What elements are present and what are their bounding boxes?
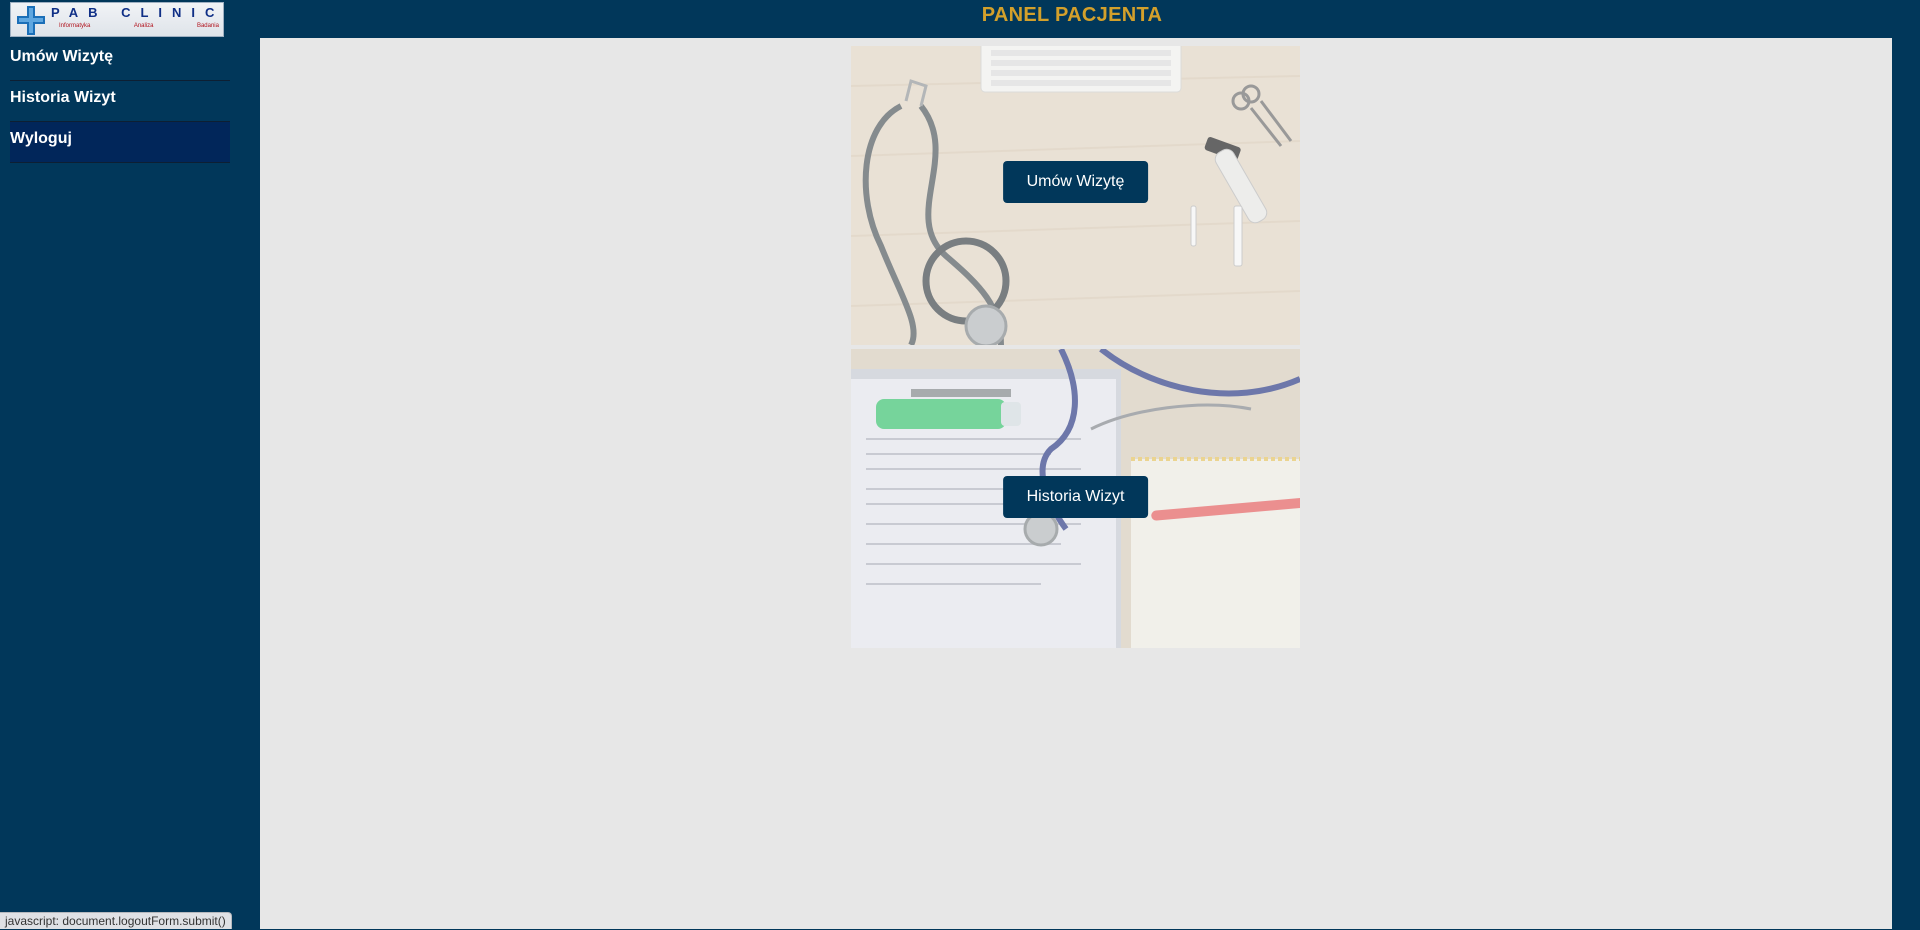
- card-historia-wizyt[interactable]: Historia Wizyt: [851, 349, 1300, 648]
- sidebar-item-umow-wizyte[interactable]: Umów Wizytę: [10, 40, 230, 81]
- sidebar-item-historia-wizyt[interactable]: Historia Wizyt: [10, 81, 230, 122]
- status-bar-url: javascript: document.logoutForm.submit(): [0, 912, 232, 929]
- historia-wizyt-button[interactable]: Historia Wizyt: [1003, 476, 1149, 518]
- card-umow-wizyte[interactable]: Umów Wizytę: [851, 46, 1300, 345]
- sidebar: Umów Wizytę Historia Wizyt Wyloguj: [10, 40, 230, 163]
- main-content: Umów Wizytę: [260, 38, 1892, 929]
- page-title: PANEL PACJENTA: [0, 4, 1920, 27]
- umow-wizyte-button[interactable]: Umów Wizytę: [1003, 161, 1149, 203]
- sidebar-item-wyloguj[interactable]: Wyloguj: [10, 122, 230, 163]
